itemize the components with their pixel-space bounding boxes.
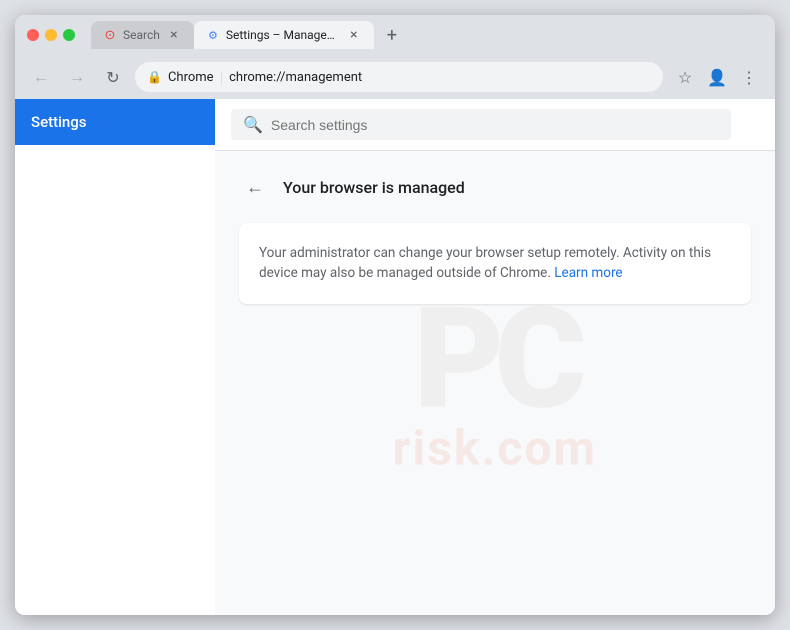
maximize-button[interactable] <box>63 29 75 41</box>
toolbar-actions: ☆ 👤 ⋮ <box>671 63 763 91</box>
minimize-button[interactable] <box>45 29 57 41</box>
reload-icon: ↻ <box>106 68 119 87</box>
omnibox[interactable]: 🔒 Chrome | chrome://management <box>135 62 663 92</box>
account-button[interactable]: 👤 <box>703 63 731 91</box>
tab-settings-management[interactable]: ⚙ Settings – Management × <box>194 21 374 49</box>
watermark: PC risk.com <box>393 290 597 477</box>
account-icon: 👤 <box>707 68 727 87</box>
menu-button[interactable]: ⋮ <box>735 63 763 91</box>
tab-favicon-settings: ⚙ <box>206 28 220 42</box>
browser-window: ⊙ Search × ⚙ Settings – Management × + ←… <box>15 15 775 615</box>
settings-sidebar: Settings <box>15 99 215 615</box>
new-tab-button[interactable]: + <box>378 21 406 49</box>
tab-settings-label: Settings – Management <box>226 28 340 42</box>
back-navigation: ← Your browser is managed <box>239 171 751 203</box>
reload-button[interactable]: ↻ <box>99 63 127 91</box>
forward-arrow-icon: → <box>69 67 85 87</box>
settings-search-icon: 🔍 <box>243 115 263 134</box>
learn-more-link[interactable]: Learn more <box>554 265 622 281</box>
url-separator: | <box>220 68 224 87</box>
settings-favicon-icon: ⚙ <box>208 29 218 42</box>
settings-content: PC risk.com ← Your browser is managed Yo… <box>215 151 775 615</box>
sidebar-header: Settings <box>15 99 215 145</box>
back-arrow-nav-icon: ← <box>246 177 264 198</box>
menu-icon: ⋮ <box>741 68 757 87</box>
page-content: Settings 🔍 PC risk.com <box>15 99 775 615</box>
back-arrow-icon: ← <box>33 67 49 87</box>
tab-settings-close[interactable]: × <box>346 27 362 43</box>
content-wrapper: ← Your browser is managed Your administr… <box>239 171 751 304</box>
tab-search-close[interactable]: × <box>166 27 182 43</box>
url-display: chrome://management <box>229 70 651 85</box>
watermark-risk: risk.com <box>393 420 597 477</box>
tab-search[interactable]: ⊙ Search × <box>91 21 194 49</box>
title-bar: ⊙ Search × ⚙ Settings – Management × + <box>15 15 775 55</box>
info-text: Your administrator can change your brows… <box>259 243 731 284</box>
info-card: Your administrator can change your brows… <box>239 223 751 304</box>
settings-search-inner: 🔍 <box>231 109 731 140</box>
watermark-pc: PC <box>393 290 597 430</box>
back-arrow-button[interactable]: ← <box>239 171 271 203</box>
address-bar: ← → ↻ 🔒 Chrome | chrome://management ☆ 👤… <box>15 55 775 99</box>
info-text-content: Your administrator can change your brows… <box>259 245 711 281</box>
settings-search-bar: 🔍 <box>215 99 775 151</box>
chrome-label: Chrome <box>168 70 214 85</box>
bookmark-icon: ☆ <box>678 68 692 87</box>
tab-favicon-search: ⊙ <box>103 28 117 42</box>
settings-main: 🔍 PC risk.com ← Your browser <box>215 99 775 615</box>
tab-search-label: Search <box>123 28 160 42</box>
lock-icon: 🔒 <box>147 70 162 84</box>
bookmark-button[interactable]: ☆ <box>671 63 699 91</box>
forward-button[interactable]: → <box>63 63 91 91</box>
traffic-lights <box>27 29 75 41</box>
search-favicon-icon: ⊙ <box>105 28 116 43</box>
sidebar-title: Settings <box>31 113 87 131</box>
back-button[interactable]: ← <box>27 63 55 91</box>
close-button[interactable] <box>27 29 39 41</box>
settings-search-input[interactable] <box>271 117 571 133</box>
page-title: Your browser is managed <box>283 178 465 197</box>
tabs-bar: ⊙ Search × ⚙ Settings – Management × + <box>91 21 763 49</box>
